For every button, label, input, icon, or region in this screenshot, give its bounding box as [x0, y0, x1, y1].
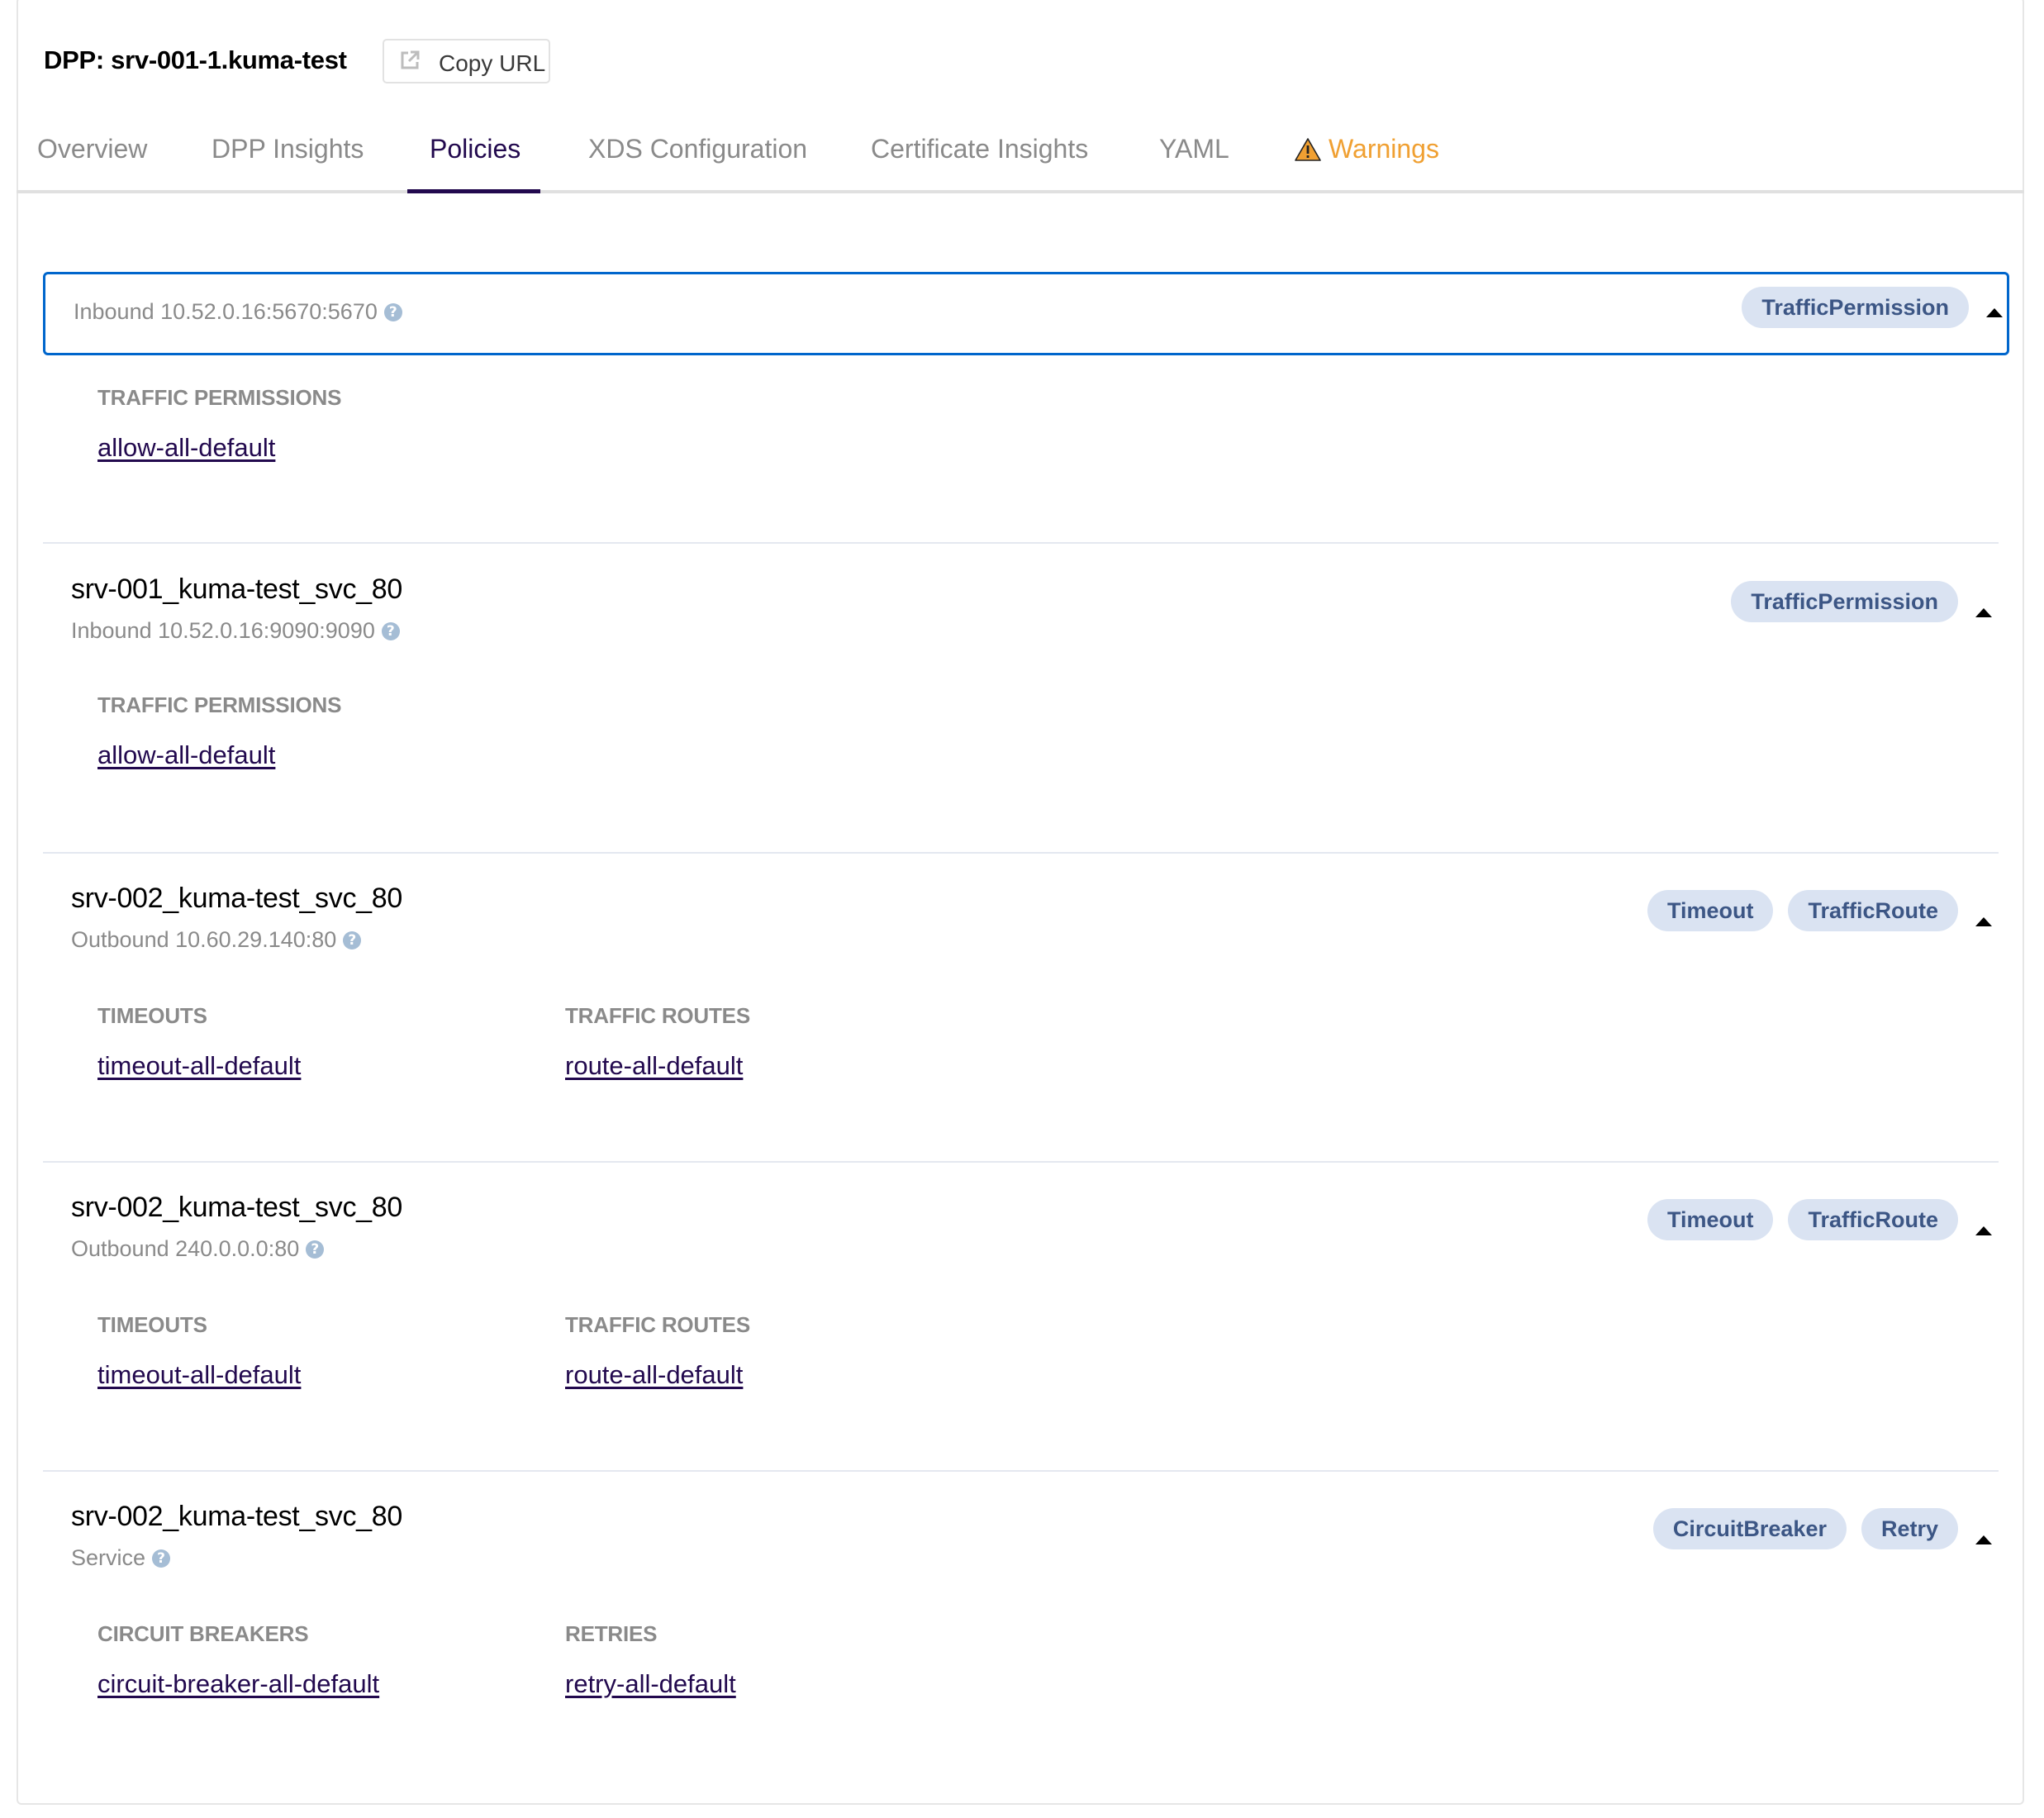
- section-subtitle: Outbound 240.0.0.0:80 ?: [71, 1236, 325, 1262]
- collapse-caret-icon[interactable]: [1975, 1226, 1992, 1235]
- policy-link[interactable]: retry-all-default: [565, 1669, 736, 1699]
- policy-badges: Timeout TrafficRoute: [1647, 890, 1958, 931]
- page-title: DPP: srv-001-1.kuma-test: [44, 45, 347, 74]
- help-icon[interactable]: ?: [306, 1240, 325, 1259]
- policy-link[interactable]: timeout-all-default: [97, 1051, 301, 1081]
- section-name: srv-001_kuma-test_svc_80: [71, 573, 402, 605]
- section-subtitle: Service ?: [71, 1545, 171, 1571]
- badge-traffic-route: TrafficRoute: [1788, 1199, 1958, 1240]
- collapse-caret-icon[interactable]: [1975, 917, 1992, 926]
- policy-link[interactable]: route-all-default: [565, 1360, 743, 1390]
- collapse-caret-icon[interactable]: [1986, 308, 2003, 317]
- help-icon[interactable]: ?: [381, 621, 400, 640]
- section-subtitle-text: Service: [71, 1545, 146, 1570]
- active-tab-indicator: [407, 189, 540, 193]
- tab-certificate-insights[interactable]: Certificate Insights: [871, 134, 1088, 164]
- policy-group-label: RETRIES: [565, 1621, 658, 1646]
- policy-group-label: TRAFFIC ROUTES: [565, 1312, 750, 1337]
- policy-section-outbound-10-60-29-140: srv-002_kuma-test_svc_80 Outbound 10.60.…: [43, 853, 2009, 1162]
- collapse-caret-icon[interactable]: [1975, 1535, 1992, 1544]
- badge-traffic-permission: TrafficPermission: [1742, 287, 1969, 328]
- section-subtitle-text: Inbound 10.52.0.16:9090:9090: [71, 618, 375, 643]
- badge-timeout: Timeout: [1647, 890, 1774, 931]
- policy-group-label: TIMEOUTS: [97, 1312, 207, 1337]
- section-subtitle: Outbound 10.60.29.140:80 ?: [71, 927, 362, 953]
- help-icon[interactable]: ?: [343, 930, 362, 949]
- policy-link[interactable]: circuit-breaker-all-default: [97, 1669, 379, 1699]
- policy-link[interactable]: allow-all-default: [97, 740, 275, 770]
- badge-retry: Retry: [1861, 1508, 1958, 1549]
- section-subtitle: Inbound 10.52.0.16:9090:9090 ?: [71, 618, 400, 644]
- tab-warnings-label: Warnings: [1329, 134, 1439, 164]
- tab-bar-divider: [17, 190, 2024, 193]
- policy-badges: Timeout TrafficRoute: [1647, 1199, 1958, 1240]
- policy-badges: TrafficPermission: [1731, 581, 1958, 622]
- policy-link[interactable]: timeout-all-default: [97, 1360, 301, 1390]
- badge-timeout: Timeout: [1647, 1199, 1774, 1240]
- external-link-icon: [401, 50, 420, 69]
- badge-traffic-permission: TrafficPermission: [1731, 581, 1958, 622]
- section-name: srv-002_kuma-test_svc_80: [71, 883, 402, 914]
- section-name: srv-002_kuma-test_svc_80: [71, 1192, 402, 1223]
- policy-link[interactable]: route-all-default: [565, 1051, 743, 1081]
- tab-dpp-insights[interactable]: DPP Insights: [212, 134, 364, 164]
- policy-section-outbound-240-0-0-0: srv-002_kuma-test_svc_80 Outbound 240.0.…: [43, 1162, 2009, 1471]
- tab-yaml[interactable]: YAML: [1159, 134, 1229, 164]
- section-name: srv-002_kuma-test_svc_80: [71, 1501, 402, 1532]
- policy-badges: CircuitBreaker Retry: [1652, 1508, 1958, 1549]
- section-subtitle-text: Outbound 240.0.0.0:80: [71, 1236, 300, 1261]
- copy-url-button[interactable]: Copy URL: [383, 39, 550, 83]
- tab-warnings[interactable]: Warnings: [1294, 134, 1439, 164]
- copy-url-label: Copy URL: [439, 50, 546, 76]
- policy-section-inbound-9090: srv-001_kuma-test_svc_80 Inbound 10.52.0…: [43, 544, 2009, 853]
- tab-policies[interactable]: Policies: [430, 134, 521, 164]
- help-icon[interactable]: ?: [152, 1549, 171, 1568]
- policy-group-label: TRAFFIC PERMISSIONS: [97, 692, 342, 717]
- policy-badges: TrafficPermission: [1742, 287, 1969, 328]
- help-icon[interactable]: ?: [383, 302, 402, 321]
- badge-traffic-route: TrafficRoute: [1788, 890, 1958, 931]
- policy-section-service: srv-002_kuma-test_svc_80 Service ? Circu…: [43, 1471, 2009, 1801]
- tab-overview[interactable]: Overview: [37, 134, 147, 164]
- badge-circuit-breaker: CircuitBreaker: [1652, 1508, 1847, 1549]
- policy-link[interactable]: allow-all-default: [97, 433, 275, 463]
- policy-section-header-inbound-5670[interactable]: Inbound 10.52.0.16:5670:5670 ? TrafficPe…: [43, 272, 2009, 355]
- policy-group-label: TIMEOUTS: [97, 1003, 207, 1028]
- warning-triangle-icon: [1295, 137, 1321, 161]
- tab-xds-configuration[interactable]: XDS Configuration: [588, 134, 807, 164]
- section-subtitle-text: Inbound 10.52.0.16:5670:5670: [74, 299, 378, 324]
- policy-group-label: CIRCUIT BREAKERS: [97, 1621, 309, 1646]
- policy-group-label: TRAFFIC PERMISSIONS: [97, 385, 342, 410]
- section-subtitle-text: Outbound 10.60.29.140:80: [71, 927, 337, 952]
- policy-group-label: TRAFFIC ROUTES: [565, 1003, 750, 1028]
- section-subtitle: Inbound 10.52.0.16:5670:5670 ?: [74, 299, 402, 325]
- collapse-caret-icon[interactable]: [1975, 608, 1992, 617]
